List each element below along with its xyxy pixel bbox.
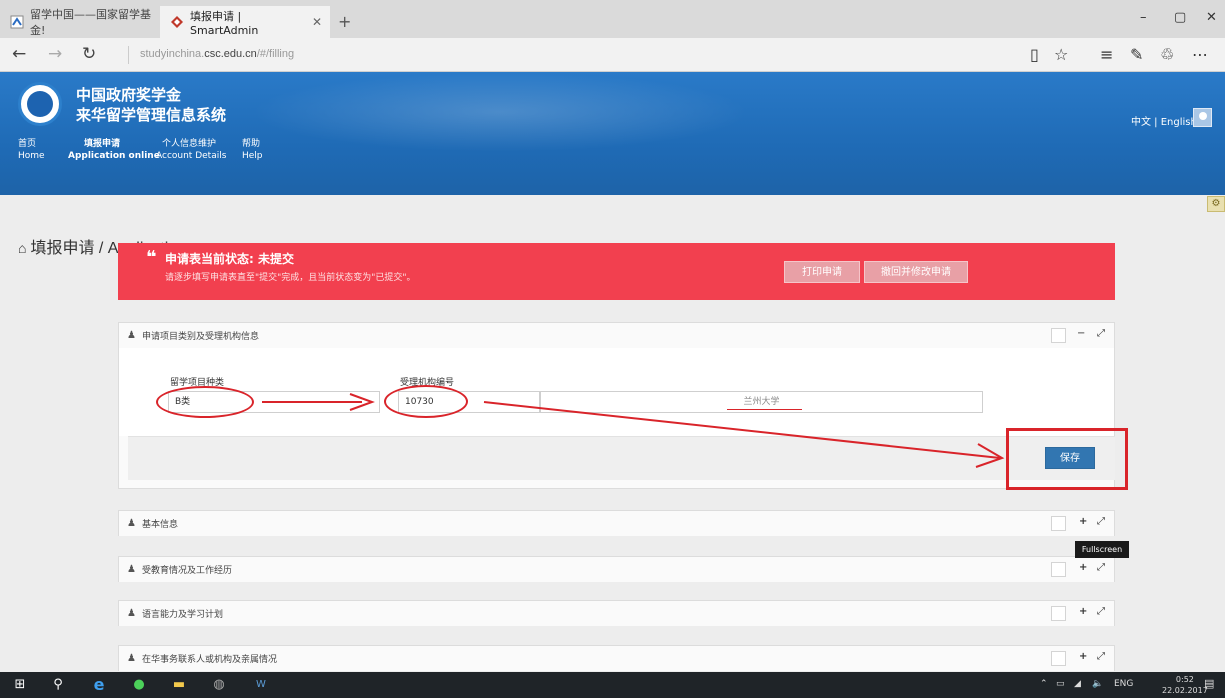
fullscreen-tooltip: Fullscreen <box>1075 541 1129 558</box>
volume-icon[interactable]: 🔈 <box>1092 679 1103 689</box>
annotation-arrows <box>262 393 1005 468</box>
system-clock[interactable]: 0:52 22.02.2017 <box>1162 674 1208 696</box>
panel-checkbox[interactable] <box>1051 562 1066 577</box>
word-icon[interactable]: W <box>250 676 272 694</box>
action-center-icon[interactable]: ▤ <box>1204 677 1214 690</box>
expand-panel-icon[interactable]: + <box>1079 516 1087 527</box>
battery-icon: ▭ <box>1056 679 1065 689</box>
panel-checkbox[interactable] <box>1051 516 1066 531</box>
section-title: 语言能力及学习计划 <box>141 610 223 620</box>
user-icon: ♟ <box>127 564 136 575</box>
fullscreen-panel-icon[interactable]: ⤢ <box>1097 651 1105 662</box>
tray-chevron-icon[interactable]: ⌃ <box>1040 679 1048 689</box>
panel-checkbox[interactable] <box>1051 651 1066 666</box>
section-language[interactable]: ♟ 语言能力及学习计划 + ⤢ <box>118 600 1115 626</box>
app-icon[interactable]: ◍ <box>208 676 230 694</box>
fullscreen-panel-icon[interactable]: ⤢ <box>1097 516 1105 527</box>
windows-start-icon[interactable]: ⊞ <box>12 676 28 694</box>
edge-browser-icon[interactable]: e <box>88 676 110 694</box>
user-icon: ♟ <box>127 518 136 529</box>
language-indicator[interactable]: ENG <box>1114 679 1133 689</box>
panel-checkbox[interactable] <box>1051 606 1066 621</box>
user-icon: ♟ <box>127 608 136 619</box>
expand-panel-icon[interactable]: + <box>1079 562 1087 573</box>
section-contacts[interactable]: ♟ 在华事务联系人或机构及亲属情况 + ⤢ <box>118 645 1115 671</box>
fullscreen-panel-icon[interactable]: ⤢ <box>1097 562 1105 573</box>
network-icon[interactable]: ◢ <box>1074 679 1081 689</box>
section-basic-info[interactable]: ♟ 基本信息 + ⤢ <box>118 510 1115 536</box>
section-title: 在华事务联系人或机构及亲属情况 <box>141 655 277 665</box>
expand-panel-icon[interactable]: + <box>1079 651 1087 662</box>
user-icon: ♟ <box>127 653 136 664</box>
fullscreen-panel-icon[interactable]: ⤢ <box>1097 606 1105 617</box>
section-title: 基本信息 <box>141 520 178 530</box>
section-title: 受教育情况及工作经历 <box>141 566 232 576</box>
section-education[interactable]: ♟ 受教育情况及工作经历 + ⤢ <box>118 556 1115 582</box>
expand-panel-icon[interactable]: + <box>1079 606 1087 617</box>
search-icon[interactable]: ⚲ <box>50 676 66 694</box>
wechat-icon[interactable]: ● <box>128 676 150 694</box>
file-explorer-icon[interactable]: ▬ <box>168 676 190 694</box>
windows-taskbar: ⊞ ⚲ e ● ▬ ◍ W ⌃ ▭ ◢ 🔈 ENG 0:52 22.02.201… <box>0 672 1225 698</box>
